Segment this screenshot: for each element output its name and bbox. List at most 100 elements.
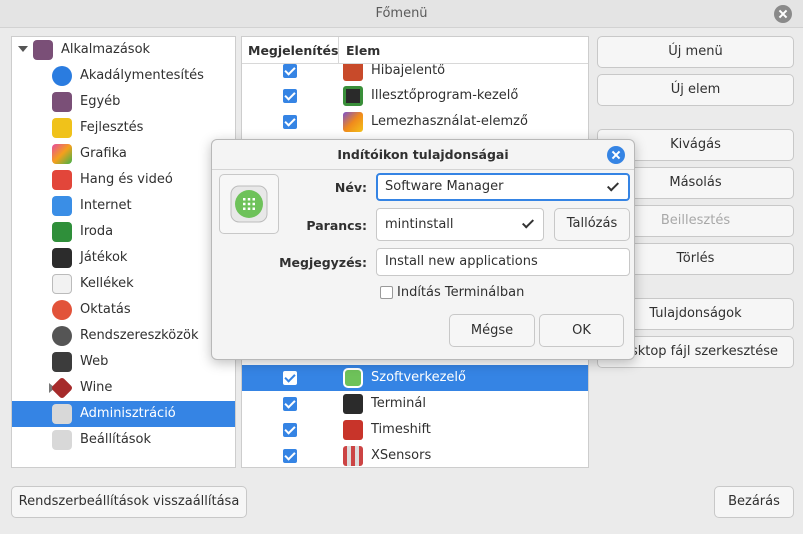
show-checkbox[interactable] <box>283 115 297 129</box>
new-item-button[interactable]: Új elem <box>597 74 794 106</box>
launcher-properties-dialog: Indítóikon tulajdonságai Név: Software M… <box>211 139 635 360</box>
software-manager-icon <box>343 368 363 388</box>
games-icon <box>52 248 72 268</box>
list-item-label: Timeshift <box>371 422 431 437</box>
tree-item-label: Alkalmazások <box>61 42 151 57</box>
comment-value: Install new applications <box>385 254 538 269</box>
list-item-label: Szoftverkezelő <box>371 370 466 385</box>
list-item[interactable]: Lemezhasználat-elemző <box>242 109 588 135</box>
web-cloud-icon <box>52 352 72 372</box>
list-item-label: Hibajelentő <box>371 63 446 78</box>
dialog-title-bar: Indítóikon tulajdonságai <box>212 140 634 170</box>
terminal-icon <box>343 394 363 414</box>
new-menu-button[interactable]: Új menü <box>597 36 794 68</box>
window-close-icon[interactable] <box>774 5 792 23</box>
show-checkbox[interactable] <box>283 89 297 103</box>
run-in-terminal-checkbox[interactable] <box>380 286 393 299</box>
comment-label: Megjegyzés: <box>279 255 367 270</box>
xsensors-icon <box>343 446 363 466</box>
checkmark-icon <box>521 216 535 229</box>
name-value: Software Manager <box>385 179 504 194</box>
show-checkbox[interactable] <box>283 423 297 437</box>
tree-item-web[interactable]: Web <box>12 349 235 375</box>
run-in-terminal-label: Indítás Terminálban <box>397 285 525 300</box>
close-button[interactable]: Bezárás <box>714 486 794 518</box>
list-item[interactable]: Illesztőprogram-kezelő <box>242 83 588 109</box>
tree-item-wine[interactable]: Wine <box>12 375 235 401</box>
list-item[interactable]: Szoftverkezelő <box>242 365 588 391</box>
accessibility-icon <box>52 66 72 86</box>
driver-manager-icon <box>343 86 363 106</box>
tree-item-label: Akadálymentesítés <box>80 68 204 83</box>
tree-item-label: Internet <box>80 198 132 213</box>
software-manager-icon <box>230 185 268 223</box>
list-item[interactable]: XSensors <box>242 443 588 467</box>
list-item-label: XSensors <box>371 448 432 463</box>
tree-item-hang-es-video[interactable]: Hang és videó <box>12 167 235 193</box>
tree-item-egyeb[interactable]: Egyéb <box>12 89 235 115</box>
tree-item-grafika[interactable]: Grafika <box>12 141 235 167</box>
development-icon <box>52 118 72 138</box>
dialog-title: Indítóikon tulajdonságai <box>337 147 509 162</box>
applications-icon <box>33 40 53 60</box>
timeshift-icon <box>343 420 363 440</box>
launcher-icon-button[interactable] <box>219 174 279 234</box>
reset-system-settings-button[interactable]: Rendszerbeállítások visszaállítása <box>11 486 247 518</box>
list-item[interactable]: Terminál <box>242 391 588 417</box>
tree-item-iroda[interactable]: Iroda <box>12 219 235 245</box>
tree-item-label: Játékok <box>80 250 128 265</box>
expander-down-icon[interactable] <box>18 46 28 52</box>
multimedia-icon <box>52 170 72 190</box>
command-value: mintinstall <box>385 217 454 232</box>
system-tools-gear-icon <box>52 326 72 346</box>
show-checkbox[interactable] <box>283 371 297 385</box>
tree-item-label: Iroda <box>80 224 114 239</box>
name-field[interactable]: Software Manager <box>376 173 630 201</box>
column-separator <box>338 37 339 64</box>
tree-item-label: Hang és videó <box>80 172 173 187</box>
dialog-close-icon[interactable] <box>607 146 625 164</box>
list-item[interactable]: Timeshift <box>242 417 588 443</box>
tree-item-label: Adminisztráció <box>80 406 176 421</box>
window-title: Főmenü <box>375 6 428 21</box>
show-checkbox[interactable] <box>283 64 297 78</box>
tree-item-fejlesztes[interactable]: Fejlesztés <box>12 115 235 141</box>
tree-item-internet[interactable]: Internet <box>12 193 235 219</box>
settings-icon <box>52 430 72 450</box>
command-field[interactable]: mintinstall <box>376 208 544 241</box>
category-tree: Alkalmazások Akadálymentesítés Egyéb Fej… <box>11 36 236 468</box>
tree-item-label: Wine <box>80 380 113 395</box>
tree-item-adminisztracio[interactable]: Adminisztráció <box>12 401 235 427</box>
list-item-label: Illesztőprogram-kezelő <box>371 88 519 103</box>
administration-icon <box>52 404 72 424</box>
tree-item-akadalymentesites[interactable]: Akadálymentesítés <box>12 63 235 89</box>
bug-report-icon <box>343 61 363 81</box>
office-icon <box>52 222 72 242</box>
accessories-icon <box>52 274 72 294</box>
browse-button[interactable]: Tallózás <box>554 208 630 241</box>
tree-item-label: Egyéb <box>80 94 121 109</box>
cancel-button[interactable]: Mégse <box>449 314 535 347</box>
tree-item-oktatas[interactable]: Oktatás <box>12 297 235 323</box>
comment-field[interactable]: Install new applications <box>376 248 630 276</box>
column-header-item[interactable]: Elem <box>346 43 380 58</box>
list-item-label: Lemezhasználat-elemző <box>371 114 528 129</box>
checkmark-icon <box>606 179 620 192</box>
show-checkbox[interactable] <box>283 397 297 411</box>
other-icon <box>52 92 72 112</box>
tree-item-label: Web <box>80 354 109 369</box>
tree-item-alkalmazasok[interactable]: Alkalmazások <box>12 37 235 63</box>
tree-item-label: Grafika <box>80 146 127 161</box>
column-header-show[interactable]: Megjelenítés <box>248 43 338 58</box>
tree-item-kellekek[interactable]: Kellékek <box>12 271 235 297</box>
tree-item-label: Rendszereszközök <box>80 328 199 343</box>
tree-item-jatekok[interactable]: Játékok <box>12 245 235 271</box>
list-item-label: Terminál <box>371 396 426 411</box>
graphics-icon <box>52 144 72 164</box>
tree-item-beallitasok[interactable]: Beállítások <box>12 427 235 453</box>
tree-item-rendszereszkozok[interactable]: Rendszereszközök <box>12 323 235 349</box>
tree-item-label: Kellékek <box>80 276 134 291</box>
list-header: Megjelenítés Elem <box>242 37 588 64</box>
show-checkbox[interactable] <box>283 449 297 463</box>
ok-button[interactable]: OK <box>539 314 624 347</box>
